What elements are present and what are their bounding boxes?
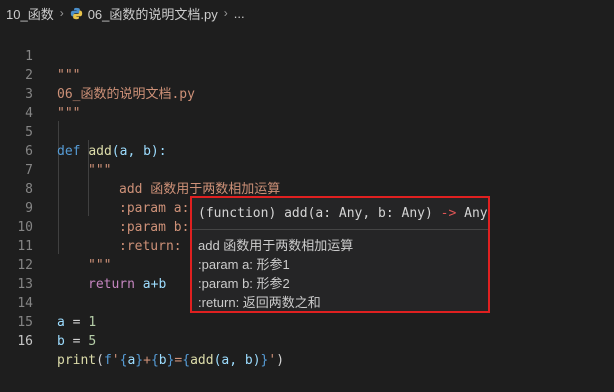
call-args: (a, b)	[213, 353, 261, 368]
chevron-right-icon: ›	[59, 6, 64, 20]
hover-doc-line: add 函数用于两数相加运算	[198, 238, 354, 253]
quote: '	[268, 353, 277, 368]
code-line: 5 def add(a, b):	[0, 104, 614, 159]
hover-doc-line: :param b: 形参2	[198, 276, 290, 291]
brace: {	[182, 353, 191, 368]
quote: '	[111, 353, 120, 368]
hover-doc-line: :param a: 形参1	[198, 257, 290, 272]
variable-b: b	[57, 334, 65, 349]
code-line: 3 """	[0, 66, 614, 121]
python-file-icon	[70, 7, 83, 20]
code-line: 2 06_函数的说明文档.py	[0, 47, 614, 102]
paren: )	[276, 353, 285, 368]
fstring-prefix: f	[103, 353, 112, 368]
line-number: 16	[17, 334, 33, 349]
code-line: 1 """	[0, 28, 614, 83]
breadcrumb-folder[interactable]: 10_函数	[6, 4, 54, 23]
hover-doc-line: :return: 返回两数之和	[198, 295, 321, 310]
breadcrumb: 10_函数 › 06_函数的说明文档.py › ...	[0, 0, 614, 26]
code-line: 16 print(f'{a}+{b}={add(a, b)}')	[0, 313, 614, 368]
operator: =	[64, 334, 89, 349]
builtin-print: print	[57, 353, 97, 368]
brace: {	[150, 353, 159, 368]
return-type: Any	[456, 206, 488, 221]
variable-b: b	[158, 353, 167, 368]
print-call: print(f'{a}+{b}={add(a, b)}')	[57, 351, 284, 370]
code-line: 8 :param a: 形参1	[0, 161, 614, 216]
chevron-right-icon: ›	[223, 6, 228, 20]
hover-divider	[192, 229, 488, 230]
paren: (	[96, 353, 104, 368]
breadcrumb-file[interactable]: 06_函数的说明文档.py	[88, 4, 218, 23]
code-line: 4	[0, 85, 614, 121]
signature-text: (function) add(a: Any, b: Any)	[198, 206, 441, 221]
code-line: 6 """	[0, 123, 614, 178]
function-call-add[interactable]: add	[190, 353, 213, 368]
assignment: b = 5	[57, 332, 96, 351]
return-arrow: ->	[440, 206, 457, 221]
number: 5	[88, 334, 97, 349]
string-literal: +	[143, 353, 151, 368]
code-line: 7 add 函数用于两数相加运算	[0, 142, 614, 197]
hover-signature: (function) add(a: Any, b: Any) -> Any	[198, 206, 488, 221]
hover-tooltip: (function) add(a: Any, b: Any) -> Any ad…	[190, 196, 490, 313]
breadcrumb-symbol[interactable]: ...	[234, 6, 245, 21]
brace: }	[135, 353, 144, 368]
